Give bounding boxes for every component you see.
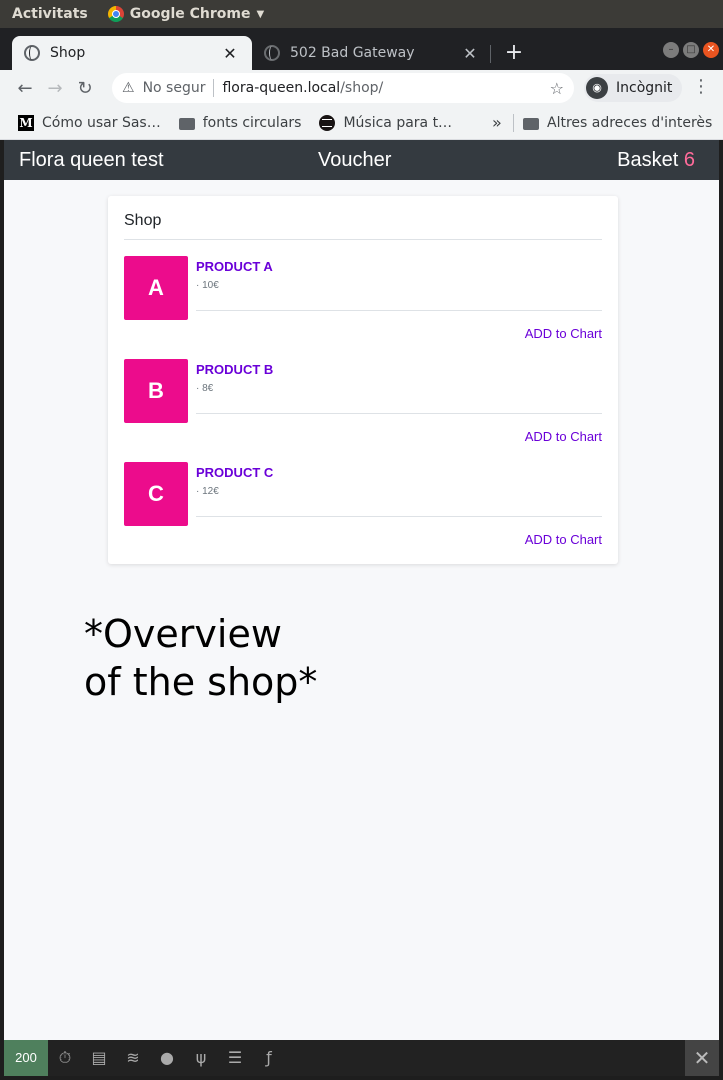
timer-icon[interactable]: ⏱	[48, 1040, 82, 1076]
medium-icon: M	[18, 114, 34, 131]
omnibox-divider	[213, 79, 215, 97]
close-toolbar-icon[interactable]: ✕	[685, 1040, 719, 1076]
layers-icon[interactable]: ≋	[116, 1040, 150, 1076]
incognito-badge[interactable]: ◉ Incògnit	[584, 74, 683, 102]
back-arrow-icon[interactable]: ←	[10, 78, 40, 99]
bookmark-item[interactable]: Música para t…	[319, 114, 453, 131]
browser-frame: Shop ✕ 502 Bad Gateway ✕ + – □ ✕ ← → ↻ ⚠…	[0, 28, 723, 140]
bookmark-label: Música para t…	[343, 114, 453, 131]
chrome-menu-icon[interactable]: ⋮	[692, 76, 710, 97]
tab-shop[interactable]: Shop ✕	[12, 36, 252, 70]
url-host[interactable]: flora-queen.local	[222, 80, 340, 96]
bookmarks-divider	[513, 113, 514, 132]
user-icon[interactable]: ●	[150, 1040, 184, 1076]
add-to-chart-button[interactable]: ADD to Chart	[525, 326, 602, 341]
overview-annotation: *Overview of the shop*	[84, 612, 318, 704]
tab-strip: Shop ✕ 502 Bad Gateway ✕ + – □ ✕	[0, 28, 723, 70]
bookmark-item[interactable]: M Cómo usar Sas…	[18, 114, 161, 131]
activities-button[interactable]: Activitats	[12, 6, 88, 22]
voucher-link[interactable]: Voucher	[318, 149, 391, 172]
site-navbar: Flora queen test Voucher Basket 6	[4, 140, 719, 180]
symfony-icon[interactable]: ƒ	[252, 1040, 286, 1076]
product-price: · 12€	[196, 486, 219, 497]
globe-icon	[24, 45, 40, 61]
bookmarks-bar: M Cómo usar Sas… fonts circulars Música …	[0, 106, 723, 140]
app-name: Google Chrome	[129, 6, 251, 22]
bookmarks-overflow-icon[interactable]: »	[492, 113, 502, 132]
shop-title: Shop	[124, 212, 162, 229]
chrome-logo-icon	[107, 6, 124, 22]
page-viewport: Flora queen test Voucher Basket 6 Shop A…	[4, 140, 719, 1040]
database-icon[interactable]: ☰	[218, 1040, 252, 1076]
shop-card: Shop A PRODUCT A · 10€ ADD to Chart B PR…	[108, 196, 618, 564]
minimize-icon[interactable]: –	[663, 42, 679, 58]
maximize-icon[interactable]: □	[683, 42, 699, 58]
caret-down-icon: ▼	[256, 8, 265, 20]
bookmark-star-icon[interactable]: ☆	[550, 79, 564, 98]
product-price: · 10€	[196, 280, 219, 291]
memory-icon[interactable]: ▤	[82, 1040, 116, 1076]
globe-icon	[264, 45, 280, 61]
shop-divider	[124, 239, 602, 240]
product-name[interactable]: PRODUCT B	[196, 362, 273, 377]
app-menu[interactable]: Google Chrome ▼	[107, 6, 265, 22]
incognito-label: Incògnit	[616, 80, 673, 96]
basket-link[interactable]: Basket 6	[617, 149, 695, 172]
folder-icon	[523, 117, 539, 130]
reload-icon[interactable]: ↻	[70, 78, 100, 99]
url-path[interactable]: /shop/	[340, 80, 383, 96]
warning-icon[interactable]: ⚠	[122, 80, 135, 96]
bookmark-label: Altres adreces d'interès	[547, 114, 713, 131]
close-tab-icon[interactable]: ✕	[460, 44, 480, 63]
close-tab-icon[interactable]: ✕	[220, 44, 240, 63]
incognito-icon: ◉	[586, 77, 608, 99]
folder-icon	[178, 117, 195, 130]
product-divider	[196, 516, 602, 517]
twig-icon[interactable]: ψ	[184, 1040, 218, 1076]
bookmark-label: fonts circulars	[202, 114, 302, 131]
product-name[interactable]: PRODUCT A	[196, 259, 273, 274]
product-price: · 8€	[196, 383, 214, 394]
product-divider	[196, 310, 602, 311]
basket-label: Basket	[617, 149, 679, 171]
other-bookmarks-folder[interactable]: Altres adreces d'interès	[523, 115, 712, 131]
product-a: A PRODUCT A · 10€ ADD to Chart	[124, 256, 602, 359]
add-to-chart-button[interactable]: ADD to Chart	[525, 532, 602, 547]
new-tab-button[interactable]: +	[503, 40, 525, 65]
bookmark-folder[interactable]: fonts circulars	[178, 114, 302, 131]
spotify-icon	[319, 114, 336, 131]
product-divider	[196, 413, 602, 414]
status-code-badge[interactable]: 200	[4, 1040, 48, 1076]
forward-arrow-icon[interactable]: →	[40, 78, 70, 99]
add-to-chart-button[interactable]: ADD to Chart	[525, 429, 602, 444]
address-bar[interactable]: ⚠ No segur flora-queen.local /shop/ ☆	[112, 73, 574, 103]
tab-bad-gateway[interactable]: 502 Bad Gateway ✕	[252, 36, 492, 70]
product-thumbnail: A	[124, 256, 188, 320]
product-name[interactable]: PRODUCT C	[196, 465, 273, 480]
product-thumbnail: B	[124, 359, 188, 423]
basket-count: 6	[683, 149, 695, 171]
window-bottom-edge	[0, 1076, 723, 1080]
not-secure-label[interactable]: No segur	[143, 80, 206, 96]
product-c: C PRODUCT C · 12€ ADD to Chart	[124, 462, 602, 565]
debug-toolbar: 200 ⏱ ▤ ≋ ● ψ ☰ ƒ ✕	[4, 1040, 719, 1076]
tab-title: 502 Bad Gateway	[290, 45, 415, 61]
product-b: B PRODUCT B · 8€ ADD to Chart	[124, 359, 602, 462]
window-controls: – □ ✕	[663, 42, 719, 58]
browser-toolbar: ← → ↻ ⚠ No segur flora-queen.local /shop…	[0, 70, 723, 106]
site-brand-link[interactable]: Flora queen test	[19, 149, 164, 172]
tab-title: Shop	[50, 45, 86, 61]
tab-divider	[490, 45, 491, 63]
os-top-bar: Activitats Google Chrome ▼	[0, 0, 723, 28]
product-thumbnail: C	[124, 462, 188, 526]
close-window-icon[interactable]: ✕	[703, 42, 719, 58]
bookmark-label: Cómo usar Sas…	[42, 114, 161, 131]
